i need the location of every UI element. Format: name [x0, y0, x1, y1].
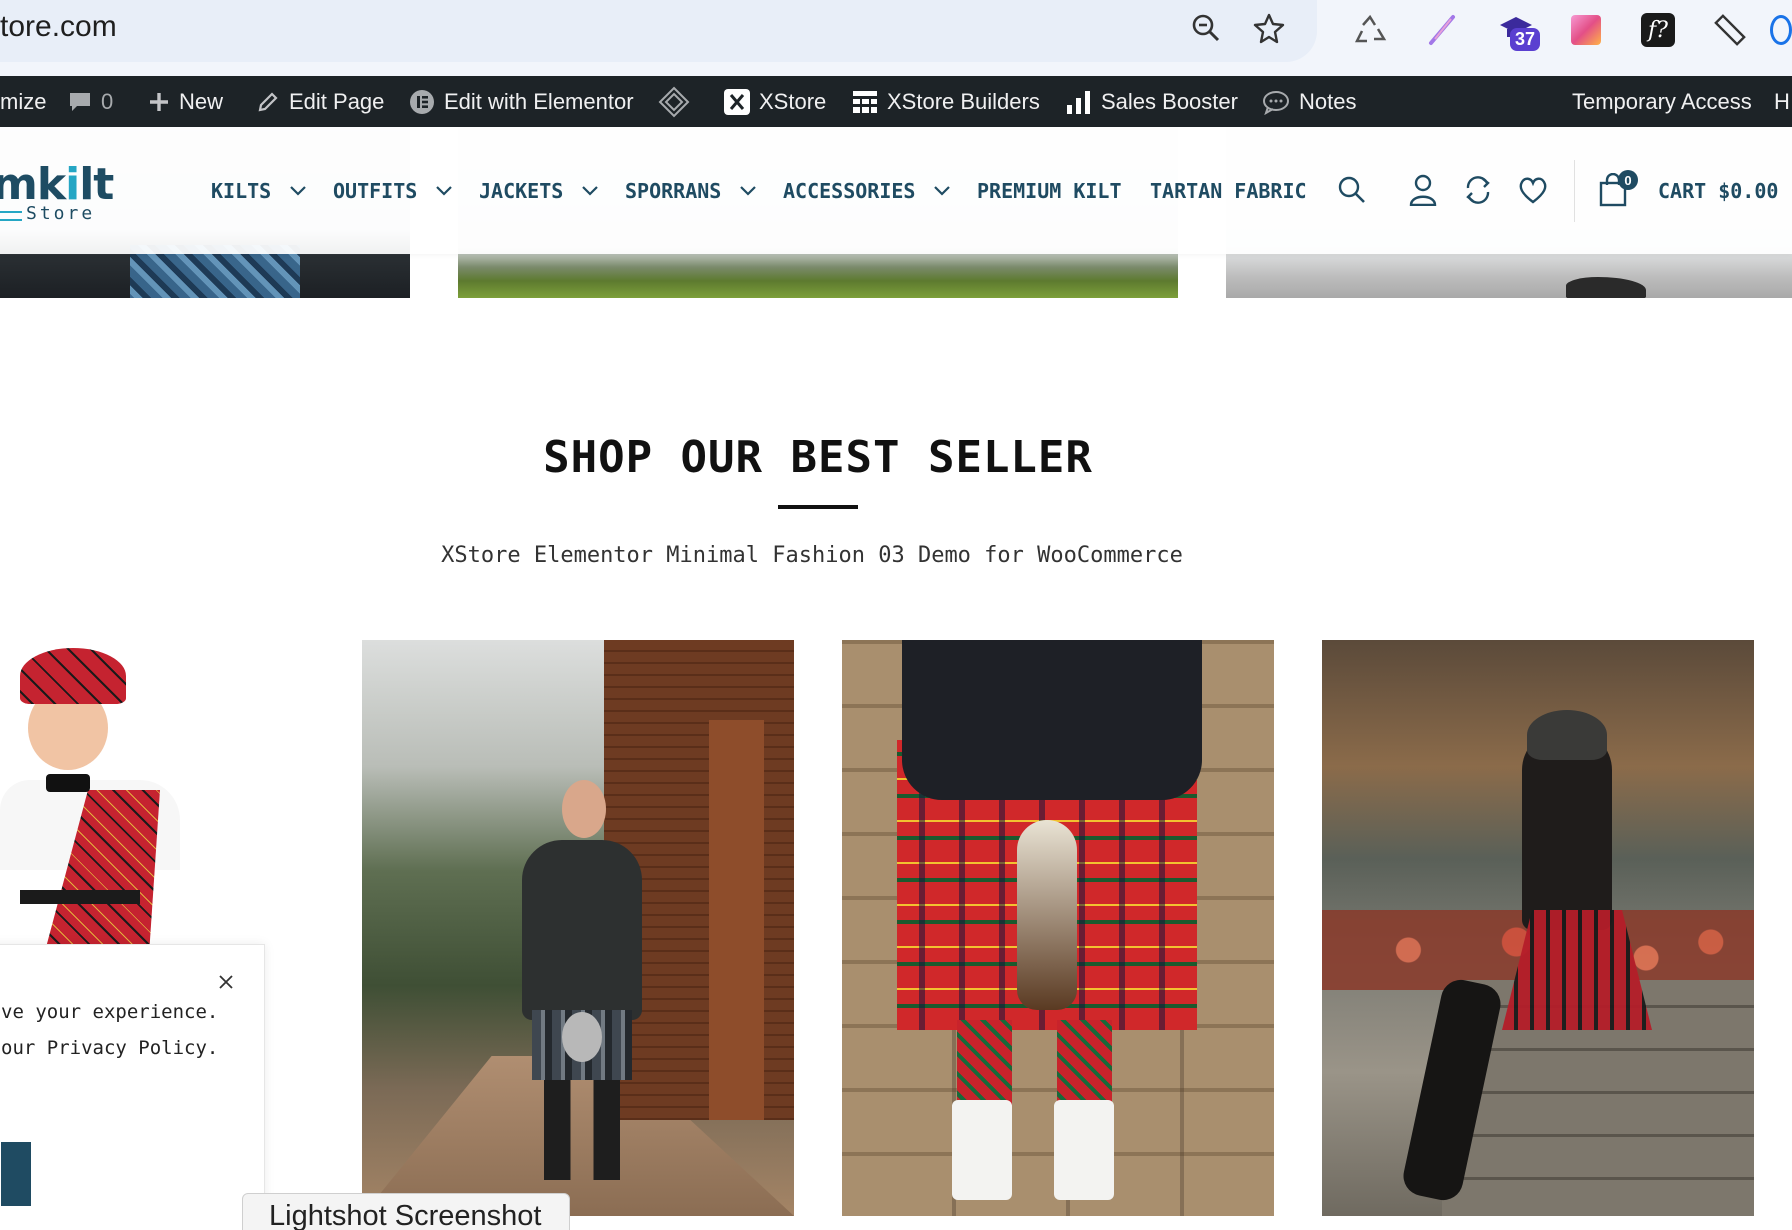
nav-premium-kilt-label: PREMIUM KILT	[977, 178, 1122, 203]
section-subtitle: XStore Elementor Minimal Fashion 03 Demo…	[441, 543, 1183, 568]
section-title: SHOP OUR BEST SELLER	[543, 432, 1093, 483]
nav-tartan-fabric[interactable]: TARTAN FABRIC	[1150, 127, 1307, 254]
font-question-icon[interactable]: f?	[1636, 8, 1680, 52]
edit-elementor-label: Edit with Elementor	[444, 88, 634, 114]
chevron-down-icon	[581, 185, 599, 197]
recycle-icon[interactable]	[1348, 8, 1392, 52]
diamond-icon	[658, 86, 690, 118]
xstore-builders-label: XStore Builders	[887, 88, 1040, 114]
temporary-access-label: Temporary Access	[1572, 88, 1752, 114]
nav-jackets-label: JACKETS	[479, 178, 564, 203]
nav-sporrans[interactable]: SPORRANS	[625, 127, 757, 254]
product-image-3[interactable]	[1322, 640, 1754, 1216]
admin-comments-link[interactable]: 0	[68, 76, 113, 127]
admin-xstore-link[interactable]: XStore	[724, 76, 826, 127]
wishlist-heart-icon[interactable]	[1510, 167, 1556, 213]
section-divider	[778, 505, 858, 509]
site-header: mkilt Store KILTS OUTFITS JACKETS SPORRA…	[0, 127, 1792, 254]
cookie-text-line-1: ve your experience.	[1, 1001, 219, 1023]
nav-premium-kilt[interactable]: PREMIUM KILT	[977, 127, 1122, 254]
admin-temporary-access-link[interactable]: Temporary Access	[1572, 76, 1752, 127]
nav-outfits[interactable]: OUTFITS	[333, 127, 453, 254]
nav-tartan-fabric-label: TARTAN FABRIC	[1150, 178, 1307, 203]
search-icon[interactable]	[1329, 167, 1375, 213]
notes-label: Notes	[1299, 88, 1357, 114]
admin-howdy-link[interactable]: H	[1774, 76, 1790, 127]
cart-label: CART $0.00	[1658, 178, 1779, 203]
site-logo[interactable]: mkilt Store	[0, 163, 114, 224]
cart-divider	[1574, 160, 1575, 222]
address-bar[interactable]: tore.com	[0, 0, 1317, 62]
nav-accessories[interactable]: ACCESSORIES	[783, 127, 951, 254]
extension-partial-icon[interactable]	[1770, 8, 1792, 52]
admin-customize-link[interactable]: mize	[0, 76, 46, 127]
plus-icon	[148, 91, 170, 113]
account-icon[interactable]	[1400, 167, 1446, 213]
close-icon[interactable]	[215, 971, 237, 993]
nav-outfits-label: OUTFITS	[333, 178, 418, 203]
product-image-1[interactable]	[362, 640, 794, 1216]
xstore-label: XStore	[759, 88, 827, 114]
comment-icon	[68, 90, 92, 114]
chevron-down-icon	[289, 185, 307, 197]
builders-grid-icon	[852, 89, 878, 115]
edit-page-label: Edit Page	[289, 88, 385, 114]
product-image-kid[interactable]	[0, 640, 200, 950]
admin-sales-booster-link[interactable]: Sales Booster	[1066, 76, 1238, 127]
new-label: New	[179, 88, 224, 114]
cookie-accept-button[interactable]	[1, 1142, 31, 1206]
chevron-down-icon	[435, 185, 453, 197]
howdy-label: H	[1774, 88, 1790, 114]
browser-toolbar: tore.com 37 f?	[0, 0, 1792, 76]
cookie-text-line-2: our Privacy Policy.	[1, 1037, 219, 1059]
product-image-2[interactable]	[842, 640, 1274, 1216]
bar-chart-icon	[1066, 89, 1092, 115]
compare-icon[interactable]	[1455, 167, 1501, 213]
chevron-down-icon	[739, 185, 757, 197]
admin-diamond-link[interactable]	[658, 76, 690, 127]
wp-admin-bar: mize 0 New Edit Page Edit with Elementor…	[0, 76, 1792, 127]
lightshot-taskbar-tab[interactable]: Lightshot Screenshot	[242, 1193, 570, 1230]
lightshot-label: Lightshot Screenshot	[269, 1200, 542, 1230]
url-text[interactable]: tore.com	[0, 10, 117, 44]
xstore-icon	[724, 88, 750, 115]
nav-jackets[interactable]: JACKETS	[479, 127, 599, 254]
nav-kilts-label: KILTS	[211, 178, 272, 203]
cart-link[interactable]: CART $0.00	[1658, 127, 1778, 254]
admin-notes-link[interactable]: Notes	[1262, 76, 1356, 127]
gradient-square-icon[interactable]	[1564, 8, 1608, 52]
customize-label: mize	[0, 88, 47, 114]
admin-xstore-builders-link[interactable]: XStore Builders	[852, 76, 1040, 127]
logo-subtitle: Store	[26, 203, 96, 224]
nav-accessories-label: ACCESSORIES	[783, 178, 916, 203]
feather-icon[interactable]	[1420, 8, 1464, 52]
admin-edit-elementor-link[interactable]: Edit with Elementor	[409, 76, 634, 127]
chevron-down-icon	[933, 185, 951, 197]
elementor-icon	[409, 89, 435, 115]
admin-new-link[interactable]: New	[148, 76, 223, 127]
ruler-icon[interactable]	[1708, 8, 1752, 52]
bookmark-star-icon[interactable]	[1251, 10, 1287, 46]
nav-sporrans-label: SPORRANS	[625, 178, 722, 203]
nav-kilts[interactable]: KILTS	[211, 127, 307, 254]
pencil-icon	[256, 90, 280, 114]
extension-badge: 37	[1510, 28, 1541, 51]
logo-lines	[0, 211, 22, 221]
sales-booster-label: Sales Booster	[1101, 88, 1238, 114]
speech-bubble-icon	[1262, 89, 1290, 115]
comments-count: 0	[101, 88, 114, 114]
cookie-notice: ve your experience. our Privacy Policy.	[0, 944, 265, 1230]
admin-edit-page-link[interactable]: Edit Page	[256, 76, 384, 127]
cart-count-badge: 0	[1618, 170, 1638, 190]
zoom-icon[interactable]	[1188, 10, 1224, 46]
logo-wordmark: mkilt	[0, 159, 114, 210]
